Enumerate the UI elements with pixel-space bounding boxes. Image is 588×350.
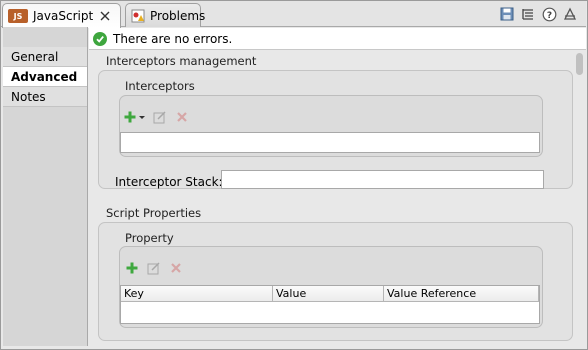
edit-icon[interactable] [146, 260, 162, 276]
scrollbar-thumb[interactable] [576, 53, 583, 75]
tab-label: Problems [150, 8, 206, 23]
nav-item-advanced[interactable]: Advanced [3, 67, 87, 87]
property-table[interactable]: Key Value Value Reference [120, 285, 540, 324]
property-table-group: Key Value Value Reference [119, 246, 543, 328]
tab-javascript[interactable]: JS JavaScript [2, 3, 121, 28]
close-icon[interactable] [99, 10, 111, 22]
problems-icon [131, 9, 145, 23]
add-icon[interactable] [124, 260, 140, 276]
help-icon[interactable]: ? [541, 6, 557, 22]
interceptors-list[interactable] [120, 132, 540, 153]
column-header-value-reference[interactable]: Value Reference [384, 286, 539, 301]
editor-toolbar: ? [499, 6, 578, 22]
tab-label: JavaScript [33, 9, 94, 23]
script-properties-title: Script Properties [106, 206, 202, 220]
script-properties-group: Property Key Value Value Reference [98, 222, 573, 341]
tab-problems[interactable]: Problems [125, 3, 205, 27]
section-nav: General Advanced Notes [3, 27, 88, 346]
column-header-value[interactable]: Value [273, 286, 384, 301]
add-icon[interactable] [124, 109, 146, 125]
vertical-scrollbar[interactable] [575, 51, 584, 341]
advanced-panel: Interceptors management Interceptors Int… [89, 51, 586, 346]
property-toolbar [124, 260, 184, 276]
interceptors-title: Interceptors [125, 79, 195, 93]
check-icon [93, 31, 107, 46]
edit-icon[interactable] [152, 109, 168, 125]
nav-item-general[interactable]: General [3, 47, 87, 67]
property-title: Property [125, 231, 174, 245]
column-header-key[interactable]: Key [121, 286, 273, 301]
nav-item-notes[interactable]: Notes [3, 87, 87, 107]
interceptors-list-group [119, 95, 543, 157]
table-header: Key Value Value Reference [121, 286, 539, 302]
outline-icon[interactable] [520, 6, 536, 22]
interceptor-stack-label: Interceptor Stack: [115, 175, 223, 189]
tab-bar: JS JavaScript Problems ? [1, 1, 586, 28]
validation-status: There are no errors. [89, 28, 586, 50]
status-text: There are no errors. [113, 31, 233, 46]
remove-icon[interactable] [174, 109, 190, 125]
interceptor-stack-input[interactable] [221, 170, 544, 189]
svg-text:?: ? [546, 11, 551, 21]
remove-icon[interactable] [168, 260, 184, 276]
interceptors-management-title: Interceptors management [106, 54, 257, 68]
js-file-icon: JS [8, 9, 28, 23]
maximize-icon[interactable] [562, 6, 578, 22]
interceptors-management-group: Interceptors Interceptor Stack: [98, 70, 573, 189]
interceptors-toolbar [124, 109, 190, 125]
save-icon[interactable] [499, 6, 515, 22]
